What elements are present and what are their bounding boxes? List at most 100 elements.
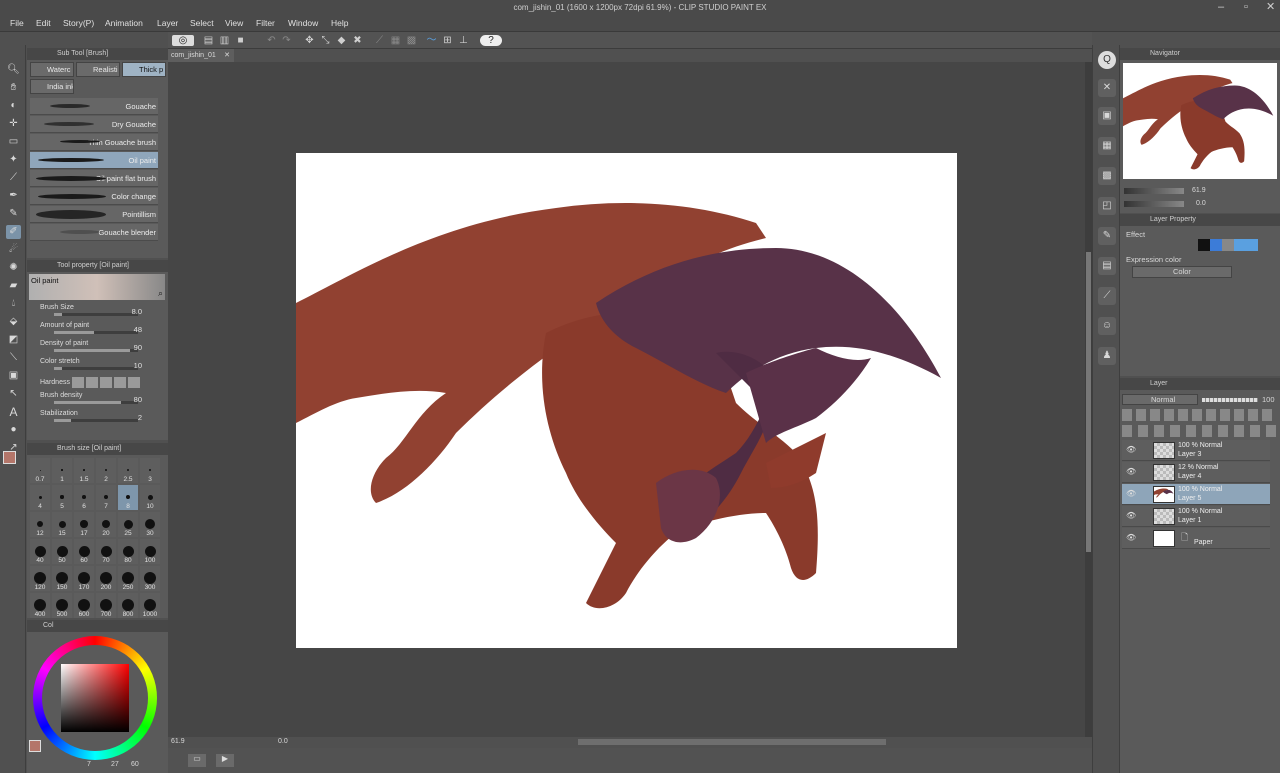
blend-mode-select[interactable]: Normal (1122, 394, 1198, 405)
menu-view[interactable]: View (225, 18, 243, 28)
effect-buttons[interactable] (1198, 239, 1258, 251)
text-tool-icon[interactable]: A (6, 405, 21, 419)
canvas-area[interactable] (168, 62, 1085, 737)
brush-size-cell[interactable]: 700 (96, 593, 116, 618)
material-frame-icon[interactable]: ▤ (1098, 257, 1116, 275)
brush-size-cell[interactable]: 2.5 (118, 458, 138, 483)
brush-item[interactable]: Dry Gouache (30, 116, 158, 133)
material-pose-icon[interactable]: ☺ (1098, 317, 1116, 335)
brush-item[interactable]: Oil paint flat brush (30, 170, 158, 187)
saturation-value-square[interactable] (61, 664, 129, 732)
pen-tool-icon[interactable]: ✒︎ (6, 189, 21, 203)
rotation-slider[interactable] (1124, 201, 1184, 207)
brush-size-cell[interactable]: 400 (30, 593, 50, 618)
brush-size-cell[interactable]: 5 (52, 485, 72, 510)
curve-ruler-icon[interactable]: 〜 (426, 35, 437, 46)
zoom-slider[interactable] (1124, 188, 1184, 194)
brush-size-cell[interactable]: 800 (118, 593, 138, 618)
expression-color-select[interactable]: Color (1132, 266, 1232, 278)
material-texture-icon[interactable]: ▩ (1098, 167, 1116, 185)
property-density-of-paint[interactable]: Density of paint 90 (30, 340, 160, 358)
brush-size-cell[interactable]: 150 (52, 566, 72, 591)
brush-item[interactable]: Pointillism (30, 206, 158, 223)
layer-actions-bar[interactable] (1122, 425, 1276, 437)
hand-tool-icon[interactable]: ✋︎ (6, 81, 21, 95)
visibility-eye-icon[interactable]: 👁︎ (1126, 445, 1136, 454)
fill-icon[interactable]: ◆ (336, 35, 347, 46)
material-3d-icon[interactable]: ◰ (1098, 197, 1116, 215)
opacity-value[interactable]: 100 (1262, 395, 1275, 404)
brush-size-cell[interactable]: 50 (52, 539, 72, 564)
airbrush-icon[interactable]: ☄︎ (6, 243, 21, 257)
blend-tool-icon[interactable]: 💧︎ (6, 297, 21, 311)
property-brush-size[interactable]: Brush Size 8.0 (30, 304, 160, 322)
rotate-tool-icon[interactable]: ◐ (6, 99, 21, 113)
brush-size-cell[interactable]: 300 (140, 566, 160, 591)
property-slider[interactable] (54, 349, 138, 352)
balloon-tool-icon[interactable]: ● (6, 423, 21, 437)
visibility-eye-icon[interactable]: 👁︎ (1126, 511, 1136, 520)
brush-size-cell[interactable]: 170 (74, 566, 94, 591)
undo-icon[interactable]: ↶ (266, 35, 277, 46)
zoom-tool-icon[interactable]: 🔍︎ (6, 63, 21, 77)
auto-select-icon[interactable]: ✦ (6, 153, 21, 167)
save-icon[interactable]: ■ (235, 35, 246, 46)
property-slider[interactable] (54, 313, 138, 316)
property-slider[interactable] (54, 401, 138, 404)
property-slider[interactable] (54, 367, 138, 370)
navigator-thumbnail[interactable] (1123, 63, 1277, 179)
brush-size-cell[interactable]: 20 (96, 512, 116, 537)
menu-help[interactable]: Help (331, 18, 348, 28)
brush-size-cell[interactable]: 25 (118, 512, 138, 537)
menu-file[interactable]: File (10, 18, 24, 28)
menu-select[interactable]: Select (190, 18, 214, 28)
vertical-scrollbar[interactable] (1085, 62, 1092, 737)
eraser-icon[interactable]: ▰ (6, 279, 21, 293)
brush-size-cell[interactable]: 1000 (140, 593, 160, 618)
layer-row[interactable]: 👁︎ 100 % Normal Layer 1 (1122, 506, 1270, 527)
brush-tool-icon[interactable]: ✐ (6, 225, 21, 239)
material-icon[interactable]: ✕ (1098, 79, 1116, 97)
color-panel-tab[interactable]: Col (27, 620, 168, 632)
brush-size-cell[interactable]: 100 (140, 539, 160, 564)
property-brush-density[interactable]: Brush density 80 (30, 392, 160, 410)
menu-animation[interactable]: Animation (105, 18, 143, 28)
main-color-swatch[interactable] (29, 740, 41, 752)
animation-icon[interactable]: ▶ (216, 754, 234, 767)
zoom-readout[interactable]: 61.9 (171, 738, 185, 745)
brush-size-cell[interactable]: 70 (96, 539, 116, 564)
ruler-icon[interactable]: ▦ (390, 35, 401, 46)
navigator-zoom[interactable]: 61.9 (1192, 187, 1206, 194)
layer-row[interactable]: 👁︎ 12 % Normal Layer 4 (1122, 462, 1270, 483)
property-color-stretch[interactable]: Color stretch 10 (30, 358, 160, 376)
redo-icon[interactable]: ↷ (281, 35, 292, 46)
brush-item[interactable]: Thin Gouache brush (30, 134, 158, 151)
menu-window[interactable]: Window (288, 18, 318, 28)
scroll-thumb[interactable] (1086, 252, 1091, 552)
snap-icon[interactable]: ⟋ (374, 35, 385, 46)
property-amount-of-paint[interactable]: Amount of paint 48 (30, 322, 160, 340)
property-slider[interactable] (54, 419, 138, 422)
hardness-selector[interactable] (72, 377, 142, 388)
brush-size-cell[interactable]: 15 (52, 512, 72, 537)
open-file-icon[interactable]: ▥ (219, 35, 230, 46)
material-figure-icon[interactable]: ♟ (1098, 347, 1116, 365)
canvas-paper[interactable] (296, 153, 957, 648)
brush-size-cell[interactable]: 7 (96, 485, 116, 510)
layer-toolbar[interactable] (1122, 409, 1276, 421)
document-tab[interactable]: com_jishin_01 ✕ (168, 49, 234, 62)
gradient-tool-icon[interactable]: ◩ (6, 333, 21, 347)
brush-size-cell[interactable]: 1.5 (74, 458, 94, 483)
brush-size-cell[interactable]: 60 (74, 539, 94, 564)
brush-size-cell[interactable]: 200 (96, 566, 116, 591)
clear-selection-icon[interactable]: ✖ (352, 35, 363, 46)
menu-edit[interactable]: Edit (36, 18, 51, 28)
opacity-slider[interactable] (1202, 398, 1258, 402)
search-icon[interactable]: ⌕ (158, 288, 163, 299)
brush-size-cell[interactable]: 4 (30, 485, 50, 510)
close-tab-icon[interactable]: ✕ (224, 49, 230, 62)
search-layer-icon[interactable]: Q (1098, 51, 1116, 69)
menu-story[interactable]: Story(P) (63, 18, 94, 28)
transform-icon[interactable]: ✥ (304, 35, 315, 46)
brush-size-cell[interactable]: 80 (118, 539, 138, 564)
